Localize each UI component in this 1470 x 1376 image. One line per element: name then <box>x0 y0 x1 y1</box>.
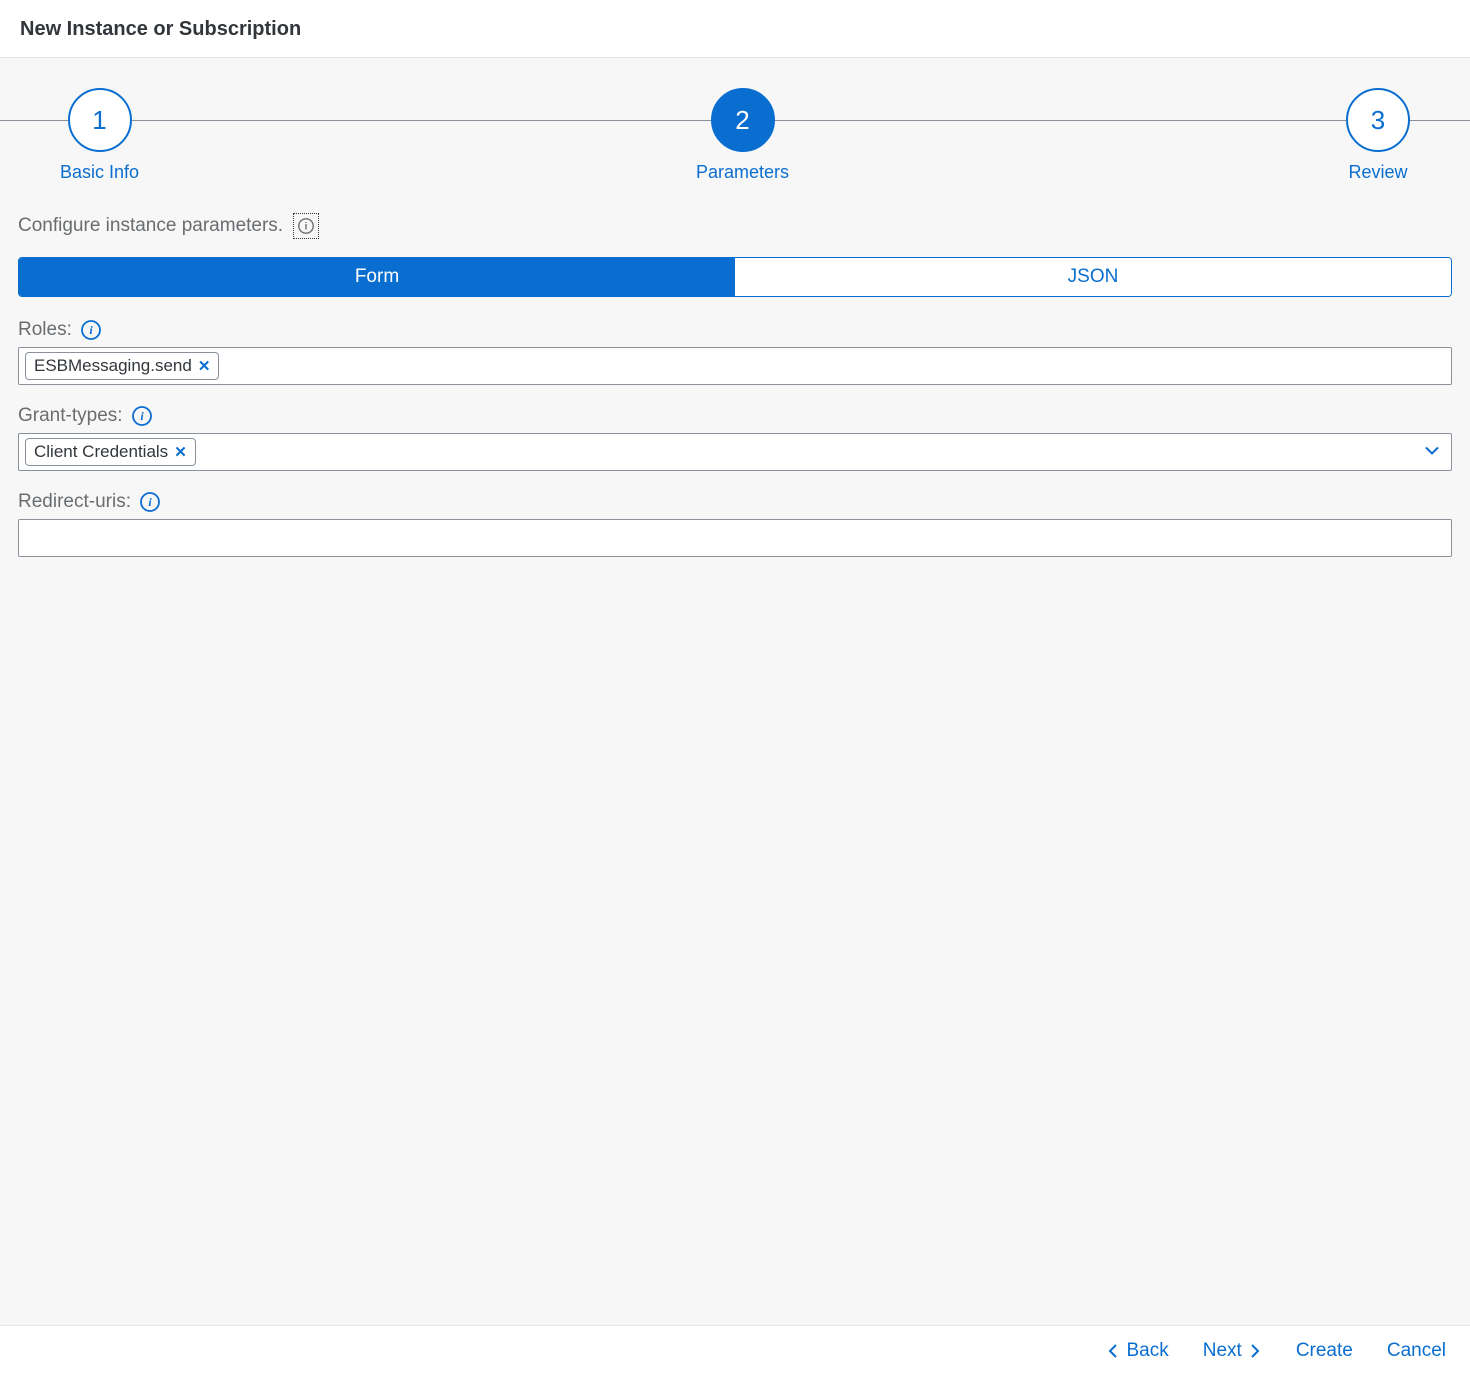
create-button[interactable]: Create <box>1296 1340 1353 1362</box>
info-icon[interactable]: i <box>293 213 319 239</box>
field-redirect-uris: Redirect-uris: i <box>18 491 1452 557</box>
grant-type-token: Client Credentials ✕ <box>25 438 196 466</box>
next-button-label: Next <box>1203 1340 1242 1362</box>
wizard-step-basic-info[interactable]: 1 Basic Info <box>60 88 139 183</box>
info-icon[interactable]: i <box>139 491 161 513</box>
back-button[interactable]: Back <box>1106 1340 1168 1362</box>
chevron-left-icon <box>1106 1343 1122 1359</box>
new-instance-dialog: New Instance or Subscription 1 Basic Inf… <box>0 0 1470 1376</box>
wizard-step-label: Basic Info <box>60 162 139 183</box>
roles-text-input[interactable] <box>223 353 1445 379</box>
close-icon[interactable]: ✕ <box>198 359 211 374</box>
cancel-button[interactable]: Cancel <box>1387 1340 1446 1362</box>
view-mode-toggle: Form JSON <box>18 257 1452 297</box>
field-roles: Roles: i ESBMessaging.send ✕ <box>18 319 1452 385</box>
back-button-label: Back <box>1126 1340 1168 1362</box>
token-label: ESBMessaging.send <box>34 356 192 376</box>
wizard-step-label: Parameters <box>696 162 789 183</box>
svg-text:i: i <box>305 222 308 233</box>
wizard-step-number: 2 <box>711 88 775 152</box>
svg-text:i: i <box>89 323 93 337</box>
role-token: ESBMessaging.send ✕ <box>25 352 219 380</box>
grant-types-input[interactable]: Client Credentials ✕ <box>18 433 1452 471</box>
redirect-uris-input[interactable] <box>18 519 1452 557</box>
svg-text:i: i <box>140 409 144 423</box>
tab-json[interactable]: JSON <box>735 258 1451 296</box>
wizard-progress: 1 Basic Info 2 Parameters 3 Review <box>0 58 1470 193</box>
intro-text: Configure instance parameters. <box>18 215 283 237</box>
field-label-roles: Roles: <box>18 319 72 341</box>
wizard-step-parameters[interactable]: 2 Parameters <box>696 88 789 183</box>
intro-row: Configure instance parameters. i <box>18 213 1452 239</box>
roles-input[interactable]: ESBMessaging.send ✕ <box>18 347 1452 385</box>
chevron-down-icon[interactable] <box>1423 442 1441 463</box>
wizard-step-label: Review <box>1348 162 1407 183</box>
info-icon[interactable]: i <box>131 405 153 427</box>
wizard-step-number: 1 <box>68 88 132 152</box>
dialog-body: 1 Basic Info 2 Parameters 3 Review Confi… <box>0 58 1470 1325</box>
info-icon[interactable]: i <box>80 319 102 341</box>
field-label-redirect-uris: Redirect-uris: <box>18 491 131 513</box>
form-content: Configure instance parameters. i Form JS… <box>0 193 1470 607</box>
tab-form[interactable]: Form <box>19 258 735 296</box>
close-icon[interactable]: ✕ <box>174 445 187 460</box>
field-label-grant-types: Grant-types: <box>18 405 123 427</box>
field-grant-types: Grant-types: i Client Credentials ✕ <box>18 405 1452 471</box>
wizard-step-number: 3 <box>1346 88 1410 152</box>
wizard-step-review[interactable]: 3 Review <box>1346 88 1410 183</box>
dialog-title: New Instance or Subscription <box>0 0 1470 58</box>
grant-types-text-input[interactable] <box>200 439 1445 465</box>
dialog-footer: Back Next Create Cancel <box>0 1325 1470 1376</box>
svg-text:i: i <box>148 495 152 509</box>
token-label: Client Credentials <box>34 442 168 462</box>
chevron-right-icon <box>1246 1343 1262 1359</box>
redirect-uris-text-input[interactable] <box>25 525 1445 551</box>
next-button[interactable]: Next <box>1203 1340 1262 1362</box>
